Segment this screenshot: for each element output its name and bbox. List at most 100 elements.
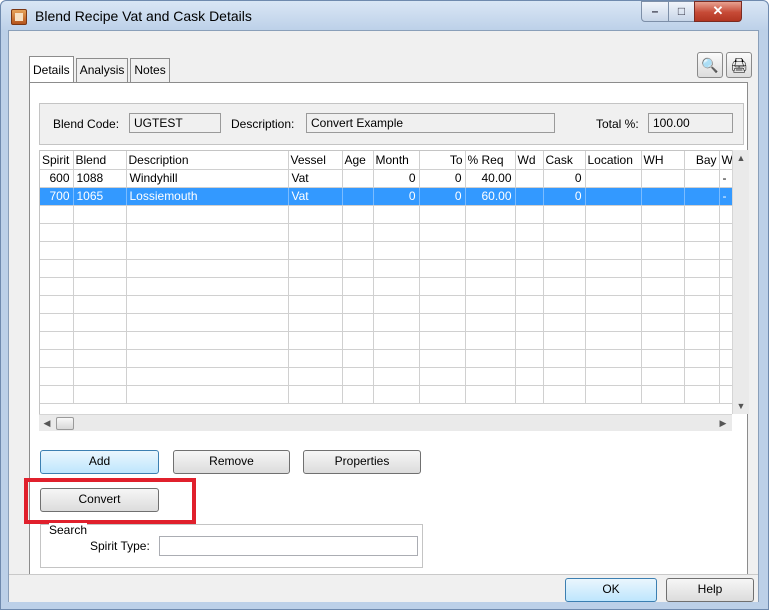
empty-table-cell[interactable] xyxy=(465,277,516,296)
empty-table-cell[interactable] xyxy=(73,259,127,278)
empty-table-cell[interactable] xyxy=(585,223,642,242)
empty-table-cell[interactable] xyxy=(126,205,289,224)
column-header-w[interactable]: W xyxy=(719,151,734,170)
empty-table-cell[interactable] xyxy=(288,205,343,224)
title-bar[interactable]: Blend Recipe Vat and Cask Details – □ ✕ xyxy=(1,1,768,31)
empty-table-cell[interactable] xyxy=(684,223,720,242)
column-header-bay[interactable]: Bay xyxy=(684,151,720,170)
empty-table-cell[interactable] xyxy=(126,277,289,296)
empty-table-cell[interactable] xyxy=(465,295,516,314)
empty-table-cell[interactable] xyxy=(515,241,544,260)
empty-table-cell[interactable] xyxy=(288,331,343,350)
empty-table-row[interactable] xyxy=(40,367,734,386)
empty-table-cell[interactable] xyxy=(719,241,734,260)
empty-table-cell[interactable] xyxy=(515,331,544,350)
empty-table-cell[interactable] xyxy=(684,313,720,332)
table-cell-blend[interactable]: 1088 xyxy=(73,169,127,188)
empty-table-cell[interactable] xyxy=(719,277,734,296)
maximize-button[interactable]: □ xyxy=(668,1,695,22)
empty-table-cell[interactable] xyxy=(40,205,74,224)
empty-table-cell[interactable] xyxy=(641,277,685,296)
add-button[interactable]: Add xyxy=(40,450,159,474)
empty-table-cell[interactable] xyxy=(641,331,685,350)
empty-table-cell[interactable] xyxy=(719,349,734,368)
close-button[interactable]: ✕ xyxy=(694,1,742,22)
empty-table-cell[interactable] xyxy=(515,205,544,224)
find-button[interactable]: 🔍 xyxy=(697,52,723,78)
empty-table-cell[interactable] xyxy=(288,223,343,242)
empty-table-cell[interactable] xyxy=(373,205,420,224)
empty-table-row[interactable] xyxy=(40,223,734,242)
empty-table-cell[interactable] xyxy=(465,349,516,368)
table-cell-w[interactable]: - xyxy=(719,187,734,206)
empty-table-row[interactable] xyxy=(40,295,734,314)
empty-table-cell[interactable] xyxy=(288,241,343,260)
empty-table-cell[interactable] xyxy=(342,277,374,296)
table-cell-age[interactable] xyxy=(342,187,374,206)
empty-table-cell[interactable] xyxy=(465,259,516,278)
empty-table-cell[interactable] xyxy=(543,349,586,368)
empty-table-cell[interactable] xyxy=(126,223,289,242)
tab-notes[interactable]: Notes xyxy=(130,58,170,82)
empty-table-cell[interactable] xyxy=(515,259,544,278)
empty-table-cell[interactable] xyxy=(288,313,343,332)
empty-table-cell[interactable] xyxy=(419,259,466,278)
table-cell-description[interactable]: Lossiemouth xyxy=(126,187,289,206)
empty-table-cell[interactable] xyxy=(585,367,642,386)
empty-table-cell[interactable] xyxy=(515,349,544,368)
empty-table-cell[interactable] xyxy=(126,385,289,404)
table-cell-location[interactable] xyxy=(585,169,642,188)
table-cell-wh[interactable] xyxy=(641,187,685,206)
empty-table-cell[interactable] xyxy=(585,349,642,368)
scroll-down-icon[interactable]: ▼ xyxy=(733,398,749,414)
empty-table-cell[interactable] xyxy=(543,295,586,314)
empty-table-cell[interactable] xyxy=(684,241,720,260)
empty-table-cell[interactable] xyxy=(719,367,734,386)
empty-table-cell[interactable] xyxy=(126,349,289,368)
empty-table-cell[interactable] xyxy=(40,259,74,278)
empty-table-cell[interactable] xyxy=(465,241,516,260)
empty-table-cell[interactable] xyxy=(373,367,420,386)
table-row[interactable]: 600 1088 Windyhill Vat 0 0 40.00 0- xyxy=(40,169,734,188)
table-cell-vessel[interactable]: Vat xyxy=(288,169,343,188)
ok-button[interactable]: OK xyxy=(565,578,657,602)
empty-table-cell[interactable] xyxy=(126,367,289,386)
empty-table-cell[interactable] xyxy=(40,367,74,386)
empty-table-cell[interactable] xyxy=(641,313,685,332)
empty-table-cell[interactable] xyxy=(719,259,734,278)
empty-table-cell[interactable] xyxy=(40,313,74,332)
empty-table-cell[interactable] xyxy=(373,385,420,404)
empty-table-cell[interactable] xyxy=(126,259,289,278)
empty-table-cell[interactable] xyxy=(684,259,720,278)
empty-table-cell[interactable] xyxy=(419,385,466,404)
empty-table-row[interactable] xyxy=(40,385,734,404)
table-cell-bay[interactable] xyxy=(684,187,720,206)
empty-table-cell[interactable] xyxy=(719,223,734,242)
table-cell-wd[interactable] xyxy=(515,169,544,188)
empty-table-cell[interactable] xyxy=(585,241,642,260)
empty-table-cell[interactable] xyxy=(126,295,289,314)
empty-table-cell[interactable] xyxy=(288,367,343,386)
column-header-vessel[interactable]: Vessel xyxy=(288,151,343,170)
empty-table-cell[interactable] xyxy=(641,223,685,242)
table-cell-bay[interactable] xyxy=(684,169,720,188)
empty-table-cell[interactable] xyxy=(641,385,685,404)
empty-table-row[interactable] xyxy=(40,259,734,278)
empty-table-cell[interactable] xyxy=(73,367,127,386)
empty-table-cell[interactable] xyxy=(40,385,74,404)
tab-analysis[interactable]: Analysis xyxy=(75,58,129,82)
remove-button[interactable]: Remove xyxy=(173,450,290,474)
empty-table-cell[interactable] xyxy=(543,313,586,332)
column-header-spirit[interactable]: Spirit xyxy=(40,151,74,170)
empty-table-cell[interactable] xyxy=(641,349,685,368)
table-cell-month[interactable]: 0 xyxy=(373,187,420,206)
empty-table-cell[interactable] xyxy=(515,367,544,386)
print-button[interactable]: 🖨 xyxy=(726,52,752,78)
empty-table-cell[interactable] xyxy=(543,277,586,296)
empty-table-cell[interactable] xyxy=(40,331,74,350)
empty-table-cell[interactable] xyxy=(585,295,642,314)
empty-table-cell[interactable] xyxy=(684,277,720,296)
empty-table-cell[interactable] xyxy=(684,349,720,368)
empty-table-row[interactable] xyxy=(40,241,734,260)
empty-table-cell[interactable] xyxy=(585,331,642,350)
